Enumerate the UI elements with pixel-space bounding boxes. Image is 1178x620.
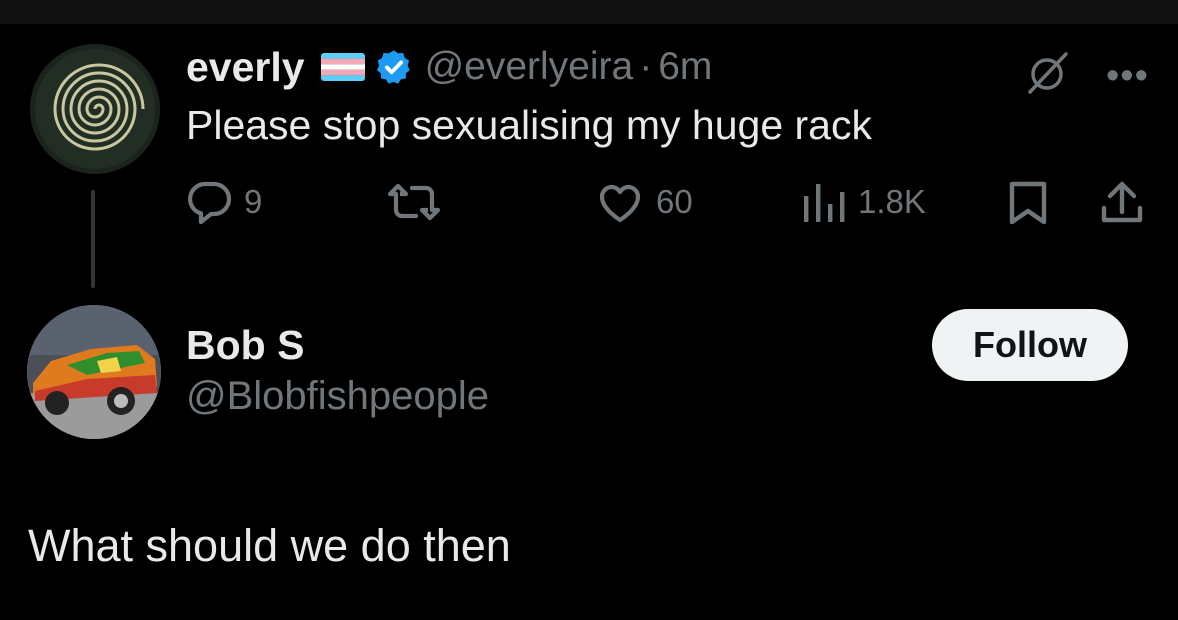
spiral-avatar-image [30, 44, 160, 174]
like-icon [599, 184, 641, 223]
tweet-actions: 9 60 1.8K [186, 180, 1146, 230]
reply-button[interactable]: 9 [186, 180, 262, 224]
reply-text: What should we do then [28, 520, 511, 571]
status-bar [0, 0, 1178, 24]
share-icon [1101, 181, 1143, 223]
verified-badge-icon [375, 48, 413, 86]
reply-user-name[interactable]: Bob S [186, 322, 304, 368]
views-button[interactable]: 1.8K [802, 180, 926, 224]
follow-button[interactable]: Follow [932, 309, 1128, 381]
bookmark-icon [1009, 181, 1047, 225]
tweet-header: everly @everlyeira · 6m [186, 38, 712, 96]
tweet-time[interactable]: 6m [658, 45, 712, 89]
views-count: 1.8K [858, 183, 926, 220]
reply-user-header: Bob S [186, 322, 304, 369]
reply-user-handle[interactable]: @Blobfishpeople [186, 374, 489, 419]
reply-count: 9 [244, 183, 263, 220]
avatar[interactable] [27, 305, 161, 439]
retweet-button[interactable] [388, 180, 450, 224]
tweet-text: Please stop sexualising my huge rack [186, 102, 872, 148]
like-count: 60 [656, 183, 693, 220]
trans-flag-icon [320, 53, 365, 81]
bookmark-button[interactable] [1008, 180, 1048, 226]
author-handle[interactable]: @everlyeira [425, 45, 634, 89]
avatar[interactable] [30, 44, 160, 174]
author-name[interactable]: everly [186, 44, 305, 91]
more-icon[interactable]: ••• [1106, 57, 1149, 95]
share-button[interactable] [1100, 180, 1144, 226]
like-button[interactable]: 60 [596, 180, 693, 224]
retweet-icon [388, 183, 440, 221]
reply-icon [188, 181, 232, 224]
views-icon [804, 184, 845, 222]
car-avatar-image [27, 305, 161, 439]
grok-icon[interactable] [1022, 48, 1072, 103]
separator-dot: · [639, 45, 653, 88]
tweet-top-icons: ••• [1022, 48, 1149, 103]
thread-line [91, 190, 95, 288]
